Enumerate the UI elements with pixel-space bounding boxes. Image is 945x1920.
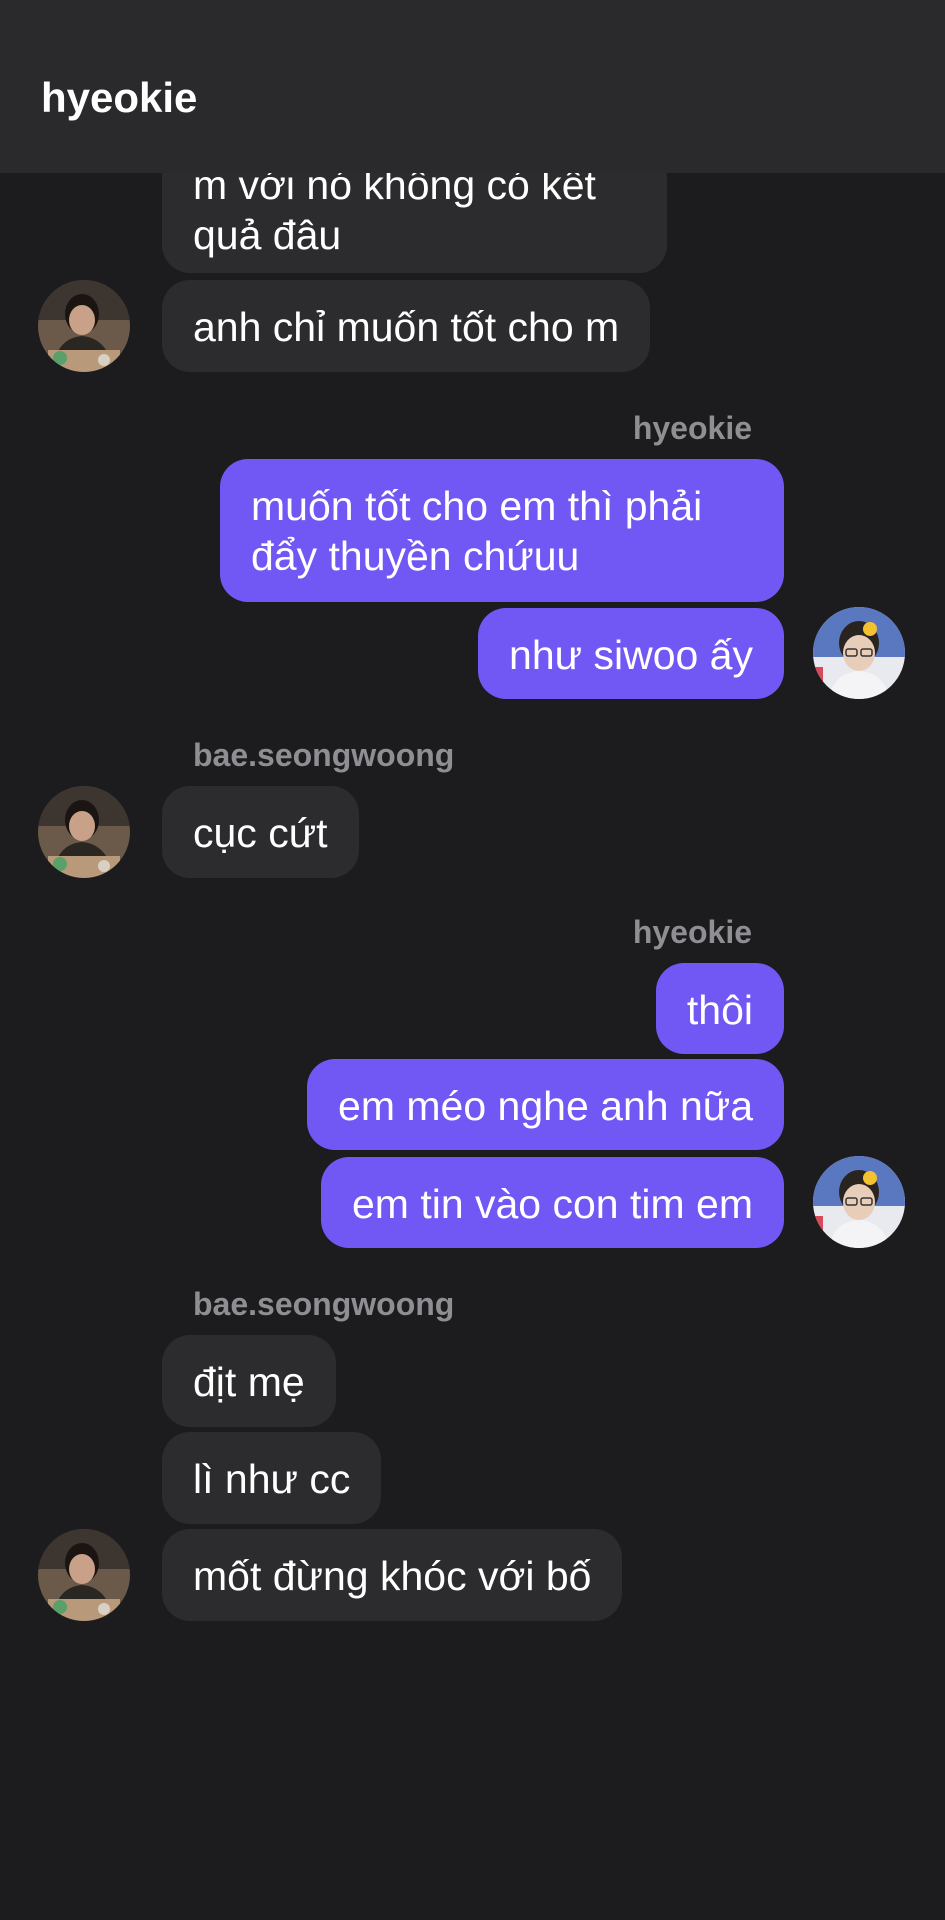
self-avatar[interactable] xyxy=(813,1156,905,1248)
contact-avatar[interactable] xyxy=(38,1529,130,1621)
sender-name: hyeokie xyxy=(632,410,752,446)
sender-name: hyeokie xyxy=(632,914,752,950)
message-bubble-incoming[interactable]: anh chỉ muốn tốt cho m xyxy=(162,280,651,372)
message-list: m với nó không có kết quả đâu anh chỉ mu… xyxy=(0,0,945,1920)
contact-avatar[interactable] xyxy=(38,786,130,878)
message-bubble-incoming[interactable]: cục cứt xyxy=(162,786,359,878)
message-bubble-outgoing[interactable]: thôi xyxy=(655,963,784,1054)
chat-title[interactable]: hyeokie xyxy=(41,72,197,124)
contact-avatar[interactable] xyxy=(38,280,130,372)
message-bubble-incoming[interactable]: lì như cc xyxy=(162,1432,382,1524)
sender-name: bae.seongwoong xyxy=(193,1286,455,1322)
sender-name: bae.seongwoong xyxy=(193,737,455,773)
message-bubble-incoming[interactable]: mốt đừng khóc với bố xyxy=(162,1529,623,1621)
message-bubble-outgoing[interactable]: muốn tốt cho em thì phải đẩy thuyền chứu… xyxy=(220,459,784,602)
message-bubble-outgoing[interactable]: em tin vào con tim em xyxy=(320,1157,784,1248)
message-bubble-outgoing[interactable]: như siwoo ấy xyxy=(478,608,784,699)
message-bubble-outgoing[interactable]: em méo nghe anh nữa xyxy=(307,1059,784,1150)
self-avatar[interactable] xyxy=(813,607,905,699)
chat-header: hyeokie xyxy=(0,0,945,173)
message-bubble-incoming[interactable]: địt mẹ xyxy=(162,1335,336,1427)
